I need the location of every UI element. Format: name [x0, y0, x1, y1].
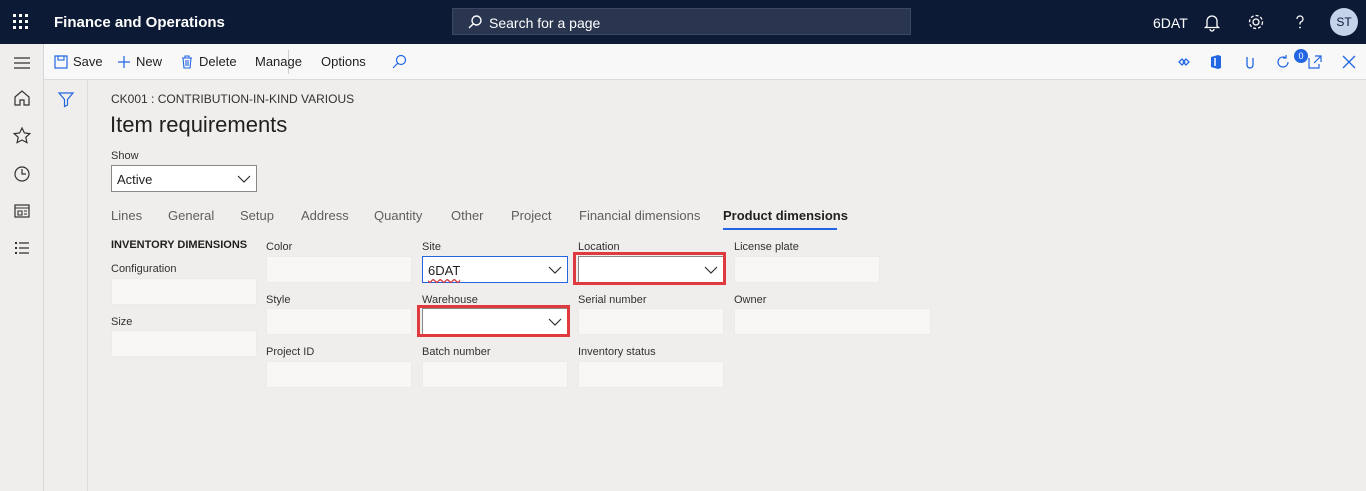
style-label: Style [266, 294, 291, 306]
serial-number-label: Serial number [578, 294, 647, 306]
active-tab-indicator [723, 228, 837, 230]
tab-project[interactable]: Project [511, 208, 551, 223]
list-icon[interactable] [12, 238, 32, 258]
refresh-icon[interactable] [1274, 53, 1292, 71]
tab-product-dimensions[interactable]: Product dimensions [723, 208, 848, 223]
owner-field[interactable] [734, 308, 931, 335]
waffle-icon[interactable] [13, 14, 29, 30]
style-field[interactable] [266, 308, 412, 335]
gear-icon[interactable] [1246, 12, 1266, 32]
search-placeholder: Search for a page [489, 15, 601, 31]
size-label: Size [111, 316, 133, 328]
tab-address[interactable]: Address [301, 208, 349, 223]
plus-icon [118, 55, 130, 68]
office-icon[interactable] [1207, 53, 1225, 71]
color-field[interactable] [266, 256, 412, 283]
configuration-field[interactable] [111, 278, 257, 305]
owner-label: Owner [734, 294, 767, 306]
tab-financial-dimensions[interactable]: Financial dimensions [579, 208, 700, 223]
popout-icon[interactable] [1306, 53, 1324, 71]
search-box[interactable]: Search for a page [452, 8, 911, 35]
hamburger-icon[interactable] [12, 53, 32, 73]
new-label: New [136, 54, 163, 69]
home-icon[interactable] [12, 88, 32, 108]
license-plate-label: License plate [734, 241, 799, 253]
site-label: Site [422, 241, 441, 253]
chevron-down-icon[interactable] [548, 264, 562, 276]
chevron-down-icon [237, 175, 251, 183]
filter-pane [44, 80, 88, 491]
location-highlight [573, 252, 726, 285]
batch-number-field[interactable] [422, 361, 568, 388]
search-icon [468, 15, 482, 29]
project-id-label: Project ID [266, 346, 315, 358]
warehouse-highlight [417, 305, 570, 337]
star-icon[interactable] [12, 126, 32, 146]
filter-icon[interactable] [57, 90, 75, 108]
save-icon [54, 54, 68, 69]
avatar[interactable]: ST [1330, 8, 1358, 36]
inventory-status-field[interactable] [578, 361, 724, 388]
manage-tab[interactable]: Manage [255, 54, 302, 69]
tab-lines[interactable]: Lines [111, 208, 142, 223]
options-label: Options [321, 54, 366, 69]
new-button[interactable]: New [117, 54, 162, 69]
size-field[interactable] [111, 330, 257, 357]
save-button[interactable]: Save [54, 54, 103, 69]
show-dropdown[interactable]: Active [111, 165, 257, 192]
project-id-field[interactable] [266, 361, 412, 388]
section-title: INVENTORY DIMENSIONS [111, 239, 248, 251]
top-bar: Finance and Operations Search for a page… [0, 0, 1366, 44]
save-label: Save [73, 54, 103, 69]
options-tab[interactable]: Options [321, 54, 366, 69]
show-label: Show [111, 150, 139, 162]
color-label: Color [266, 241, 293, 253]
delete-label: Delete [199, 54, 237, 69]
inventory-status-label: Inventory status [578, 346, 656, 358]
bell-icon[interactable] [1202, 12, 1222, 32]
configuration-label: Configuration [111, 263, 177, 275]
diamond-icon[interactable] [1174, 53, 1192, 71]
manage-label: Manage [255, 54, 302, 69]
attachment-icon[interactable] [1241, 53, 1259, 71]
tab-other[interactable]: Other [451, 208, 484, 223]
company-picker[interactable]: 6DAT [1153, 15, 1188, 31]
page-title: Item requirements [110, 112, 288, 137]
app-title[interactable]: Finance and Operations [54, 14, 225, 31]
workspace-icon[interactable] [12, 201, 32, 221]
batch-number-label: Batch number [422, 346, 491, 358]
clock-icon[interactable] [12, 164, 32, 184]
tab-setup[interactable]: Setup [240, 208, 274, 223]
close-icon[interactable] [1340, 53, 1358, 71]
show-value: Active [117, 172, 153, 187]
left-nav [0, 44, 44, 491]
site-combobox[interactable]: 6DAT [422, 256, 568, 283]
license-plate-field[interactable] [734, 256, 880, 283]
site-value: 6DAT [428, 263, 461, 278]
delete-button[interactable]: Delete [180, 54, 237, 69]
tab-general[interactable]: General [168, 208, 214, 223]
record-caption: CK001 : CONTRIBUTION-IN-KIND VARIOUS [111, 92, 355, 106]
help-icon[interactable] [1290, 12, 1310, 32]
serial-number-field[interactable] [578, 308, 724, 335]
trash-icon [182, 54, 192, 69]
action-pane: Save New Delete Manage Options 0 [44, 44, 1366, 80]
action-search-icon[interactable] [390, 53, 408, 71]
tab-quantity[interactable]: Quantity [374, 208, 422, 223]
